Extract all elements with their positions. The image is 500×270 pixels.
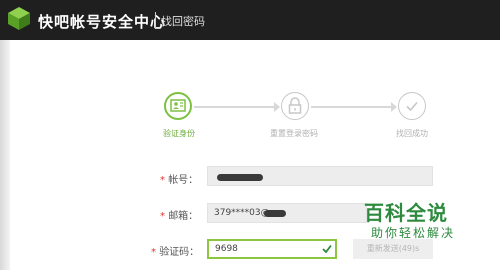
captcha-label: * 验证码： <box>151 243 199 258</box>
watermark-subtitle: 助你轻松解决 <box>371 226 456 240</box>
captcha-input[interactable]: 9698 <box>207 239 337 259</box>
redaction-scribble <box>264 210 286 217</box>
captcha-value: 9698 <box>215 244 238 254</box>
captcha-label-text: 验证码： <box>159 247 200 258</box>
redaction-scribble <box>217 174 263 181</box>
step-verify-identity <box>164 92 192 120</box>
email-value: 379****03@ <box>214 208 270 218</box>
email-label-text: 邮箱： <box>168 211 199 222</box>
header-divider <box>155 12 156 29</box>
account-label-text: 帐号： <box>168 175 199 186</box>
valid-check-icon <box>322 244 332 254</box>
step-reset-password <box>281 92 309 120</box>
page-subtitle: 找回密码 <box>161 15 205 28</box>
brand-title: 快吧帐号安全中心 <box>38 13 167 31</box>
id-card-icon <box>170 99 186 112</box>
required-mark: * <box>151 247 156 258</box>
top-bar: 快吧帐号安全中心 找回密码 <box>0 0 500 40</box>
resend-code-button[interactable]: 重新发送(49)s <box>353 239 433 259</box>
watermark-title: 百科全说 <box>364 201 448 225</box>
account-label: * 帐号： <box>160 171 198 186</box>
step-arrow-icon <box>274 102 280 112</box>
check-circle-icon <box>406 101 418 112</box>
step-connector <box>311 106 396 108</box>
step-arrow-icon <box>391 102 397 112</box>
email-field[interactable]: 379****03@ <box>207 203 367 223</box>
logo-cube-icon <box>8 7 30 30</box>
lock-icon <box>288 97 302 114</box>
left-shadow-strip <box>0 40 10 270</box>
step-connector <box>194 106 279 108</box>
required-mark: * <box>160 211 165 222</box>
step-label-success: 找回成功 <box>396 129 428 138</box>
step-label-reset: 重置登录密码 <box>270 129 318 138</box>
step-label-verify: 验证身份 <box>163 129 195 138</box>
required-mark: * <box>160 175 165 186</box>
step-success <box>398 92 426 120</box>
email-label: * 邮箱： <box>160 207 198 222</box>
